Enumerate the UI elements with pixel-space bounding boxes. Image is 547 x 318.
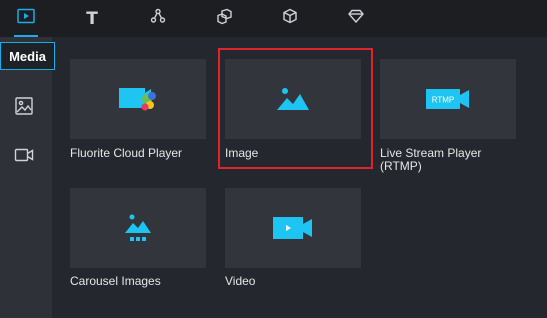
video-play-icon [17, 8, 35, 29]
video-icon [225, 188, 361, 268]
selection-highlight [218, 48, 373, 169]
diamond-tool-button[interactable] [338, 0, 374, 37]
component-tile-carousel-images[interactable] [70, 188, 206, 268]
rtmp-player-icon: RTMP [380, 59, 516, 139]
tab-media[interactable]: Media [0, 42, 55, 70]
cloud-player-icon [70, 59, 206, 139]
layers-tool-button[interactable] [206, 0, 242, 37]
camera-icon [14, 147, 34, 168]
component-tile-live-stream-player[interactable]: RTMP [380, 59, 516, 139]
share-nodes-icon [150, 8, 166, 29]
cube-tool-button[interactable] [272, 0, 308, 37]
cube-icon [282, 8, 298, 29]
image-icon [14, 96, 34, 121]
component-tile-fluorite-cloud-player[interactable] [70, 59, 206, 139]
top-toolbar: T [0, 0, 547, 37]
component-tile-video[interactable] [225, 188, 361, 268]
component-label: Live Stream Player (RTMP) [380, 146, 482, 173]
rtmp-badge-text: RTMP [432, 96, 455, 105]
text-icon: T [86, 8, 98, 29]
sidebar-item-camera[interactable] [12, 145, 36, 169]
carousel-icon [70, 188, 206, 268]
video-play-tool-button[interactable] [8, 0, 44, 37]
left-sidebar [0, 37, 52, 318]
component-label: Fluorite Cloud Player [70, 146, 183, 160]
share-tool-button[interactable] [140, 0, 176, 37]
layers-cube-icon [216, 8, 233, 30]
component-label: Video [225, 274, 256, 288]
diamond-icon [348, 9, 364, 28]
text-tool-button[interactable]: T [74, 0, 110, 37]
sidebar-item-image[interactable] [12, 96, 36, 120]
component-label: Carousel Images [70, 274, 161, 288]
